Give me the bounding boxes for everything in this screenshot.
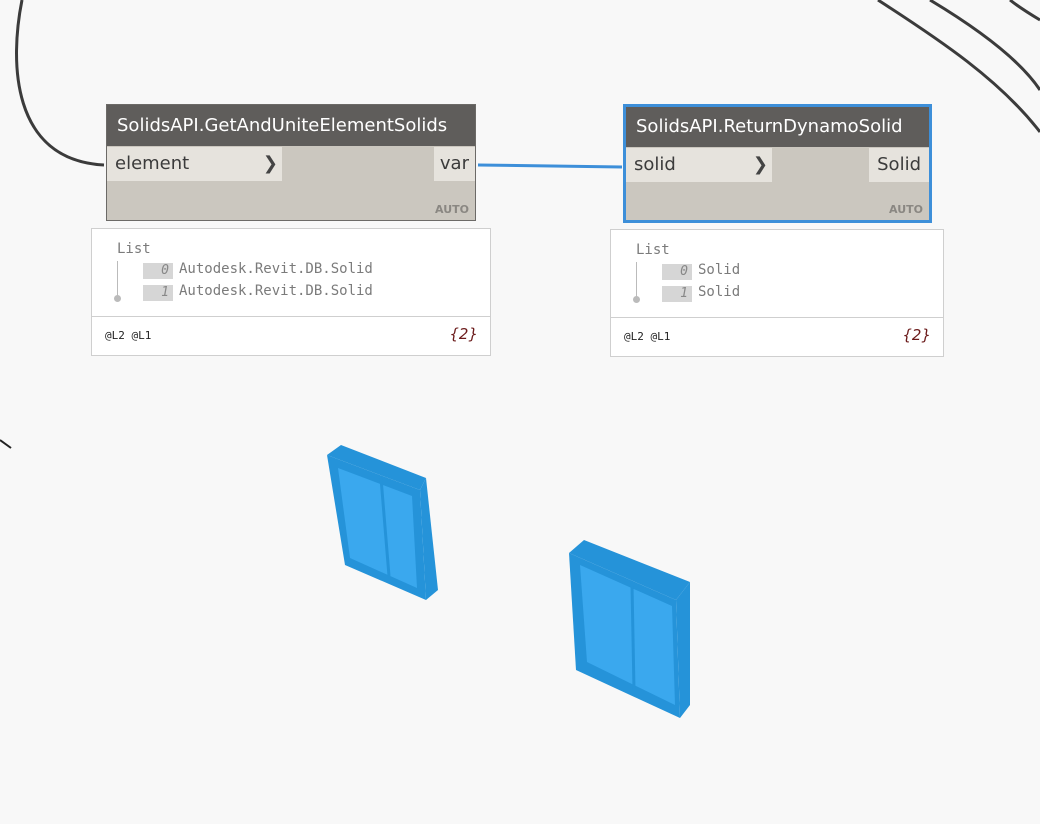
preview-bubble: List 0 Autodesk.Revit.DB.Solid 1 Autodes… — [91, 228, 491, 356]
list-item: Solid — [698, 284, 741, 300]
wire-input — [15, 0, 105, 167]
window-solid-1 — [327, 445, 438, 600]
input-port-solid[interactable]: solid ❯ — [626, 148, 772, 182]
wire-stray — [0, 439, 12, 449]
list-dot — [114, 295, 121, 302]
list-index: 1 — [662, 286, 692, 302]
list-header: List — [117, 241, 151, 257]
output-port-var[interactable]: var — [433, 147, 475, 181]
port-label: Solid — [877, 154, 921, 175]
list-item: Autodesk.Revit.DB.Solid — [179, 261, 373, 277]
node-title[interactable]: SolidsAPI.ReturnDynamoSolid — [626, 107, 929, 147]
wire-var-to-solid — [477, 163, 623, 169]
list-line — [117, 261, 118, 299]
list-line — [636, 262, 637, 300]
list-dot — [633, 296, 640, 303]
port-label: var — [439, 153, 469, 174]
preview-bubble: List 0 Solid 1 Solid @L2 @L1 {2} — [610, 229, 944, 357]
list-item: Solid — [698, 262, 741, 278]
port-label: solid — [634, 154, 676, 175]
node-get-and-unite-element-solids[interactable]: SolidsAPI.GetAndUniteElementSolids eleme… — [106, 104, 476, 221]
list-levels[interactable]: @L2 @L1 — [105, 329, 151, 342]
list-index: 1 — [143, 285, 173, 301]
output-port-solid[interactable]: Solid — [869, 148, 929, 182]
list-item: Autodesk.Revit.DB.Solid — [179, 283, 373, 299]
item-count: {2} — [449, 325, 478, 343]
port-label: element — [115, 153, 190, 174]
chevron-right-icon[interactable]: ❯ — [263, 147, 278, 181]
list-index: 0 — [662, 264, 692, 280]
item-count: {2} — [902, 326, 931, 344]
node-return-dynamo-solid[interactable]: SolidsAPI.ReturnDynamoSolid solid ❯ Solid… — [623, 104, 932, 223]
list-header: List — [636, 242, 670, 258]
chevron-right-icon[interactable]: ❯ — [753, 148, 768, 182]
node-title[interactable]: SolidsAPI.GetAndUniteElementSolids — [107, 105, 475, 146]
wire-top-right-3 — [1009, 0, 1040, 22]
list-levels[interactable]: @L2 @L1 — [624, 330, 670, 343]
lacing-label[interactable]: AUTO — [889, 203, 923, 216]
input-port-element[interactable]: element ❯ — [107, 147, 282, 181]
lacing-label[interactable]: AUTO — [435, 203, 469, 216]
window-solid-2 — [569, 540, 690, 718]
list-index: 0 — [143, 263, 173, 279]
